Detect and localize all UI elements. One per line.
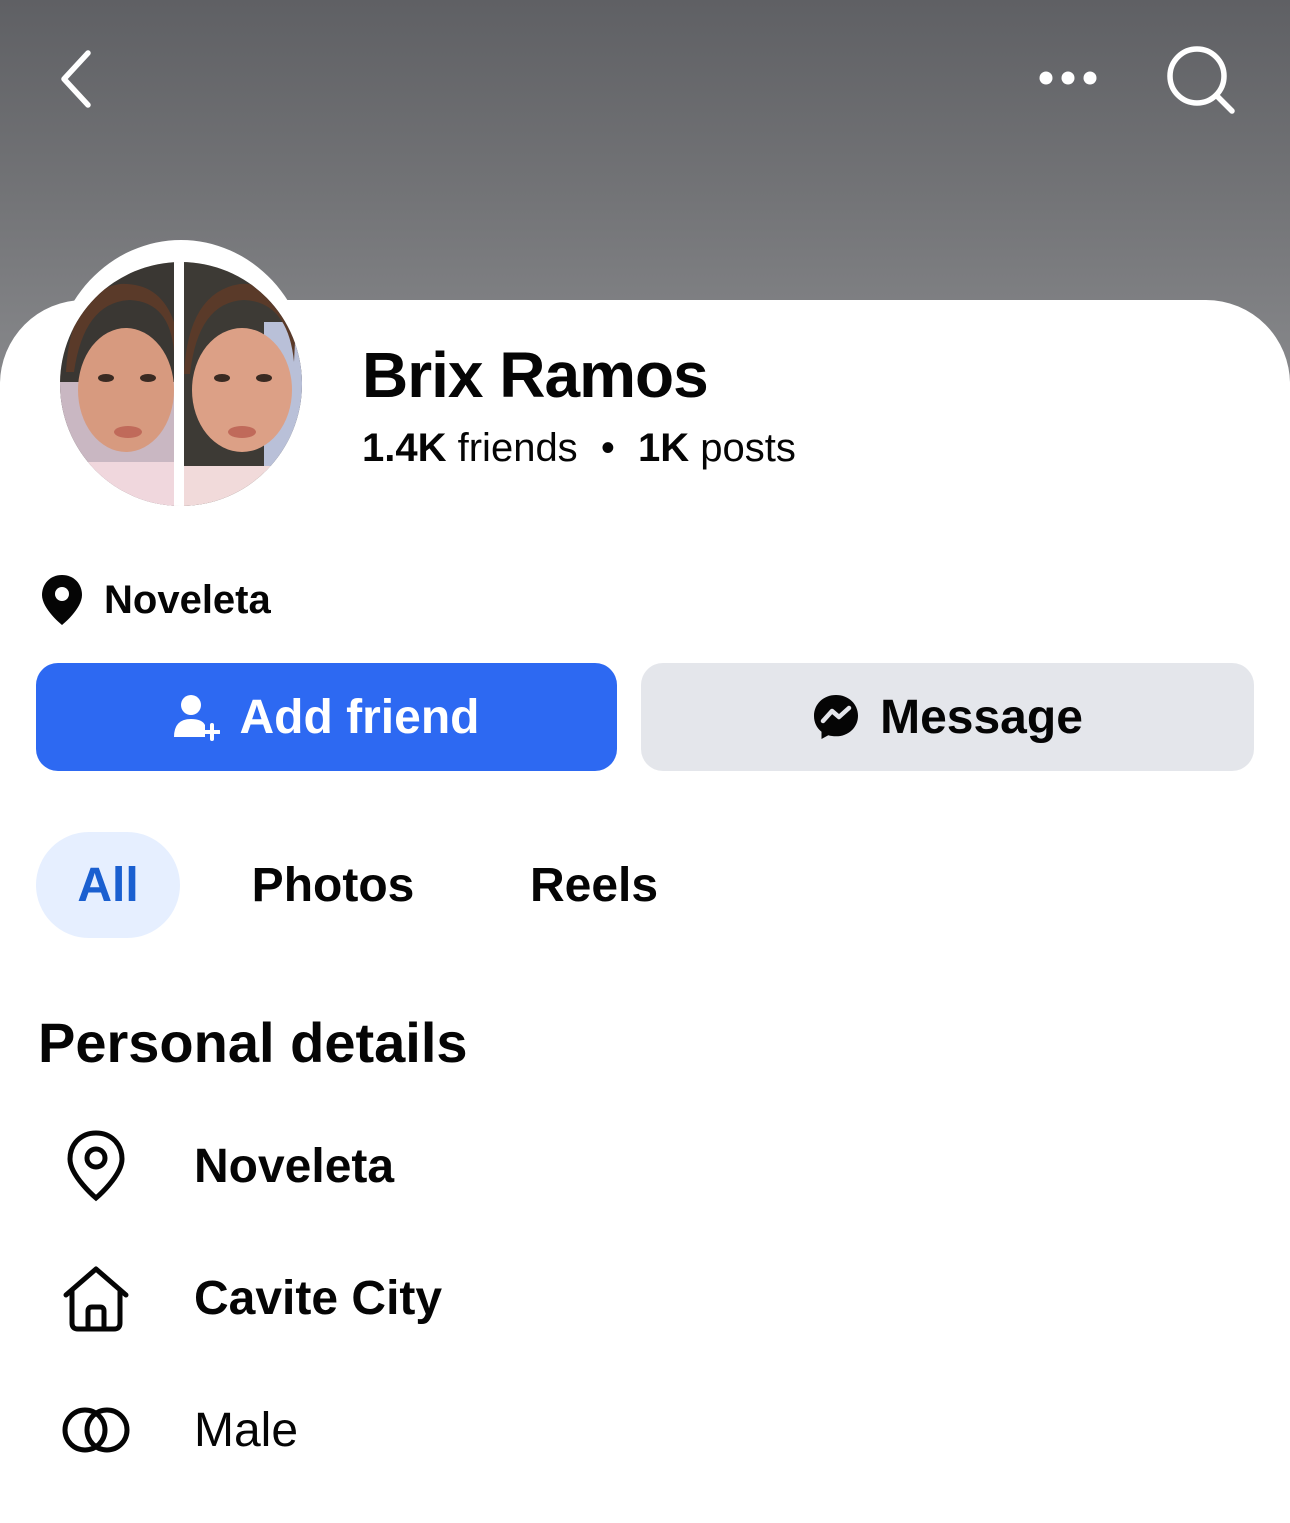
message-button[interactable]: Message xyxy=(641,663,1254,771)
tab-all[interactable]: All xyxy=(36,832,180,938)
home-icon xyxy=(56,1258,136,1338)
add-friend-icon xyxy=(173,695,220,741)
avatar-divider xyxy=(174,262,184,506)
personal-details-title: Personal details xyxy=(38,1011,468,1074)
friends-count[interactable]: 1.4K xyxy=(362,426,447,470)
gender-icon xyxy=(56,1390,136,1470)
chevron-left-icon xyxy=(61,50,91,108)
profile-stats: 1.4K friends • 1K posts xyxy=(362,426,796,471)
detail-gender-value: Male xyxy=(194,1403,299,1457)
intro-location: Noveleta xyxy=(38,572,271,628)
add-friend-label: Add friend xyxy=(239,690,480,744)
profile-name: Brix Ramos xyxy=(362,339,709,411)
detail-row-hometown: Cavite City xyxy=(56,1258,442,1338)
posts-label: posts xyxy=(700,426,796,470)
messenger-icon xyxy=(814,695,859,739)
intro-location-text: Noveleta xyxy=(104,577,271,622)
friends-label[interactable]: friends xyxy=(458,426,578,470)
location-filled-icon xyxy=(38,572,86,628)
detail-location-value: Noveleta xyxy=(194,1139,395,1193)
search-button[interactable] xyxy=(1156,40,1246,120)
tab-reels[interactable]: Reels xyxy=(504,832,684,938)
more-dots-icon xyxy=(1039,71,1097,85)
back-button[interactable] xyxy=(36,36,116,122)
avatar[interactable] xyxy=(60,262,302,506)
posts-count: 1K xyxy=(637,426,690,470)
location-pin-icon xyxy=(56,1126,136,1206)
tab-photos[interactable]: Photos xyxy=(222,832,444,938)
avatar-photo-left xyxy=(60,262,174,506)
search-icon xyxy=(1167,46,1235,114)
detail-row-gender: Male xyxy=(56,1390,298,1470)
message-label: Message xyxy=(880,690,1083,744)
detail-hometown-value: Cavite City xyxy=(194,1271,443,1325)
profile-page: Brix Ramos 1.4K friends • 1K posts Novel… xyxy=(0,0,1290,1523)
avatar-photo-right xyxy=(184,262,302,506)
more-options-button[interactable] xyxy=(1026,44,1110,112)
stats-separator: • xyxy=(600,426,615,470)
detail-row-location: Noveleta xyxy=(56,1126,394,1206)
add-friend-button[interactable]: Add friend xyxy=(36,663,617,771)
